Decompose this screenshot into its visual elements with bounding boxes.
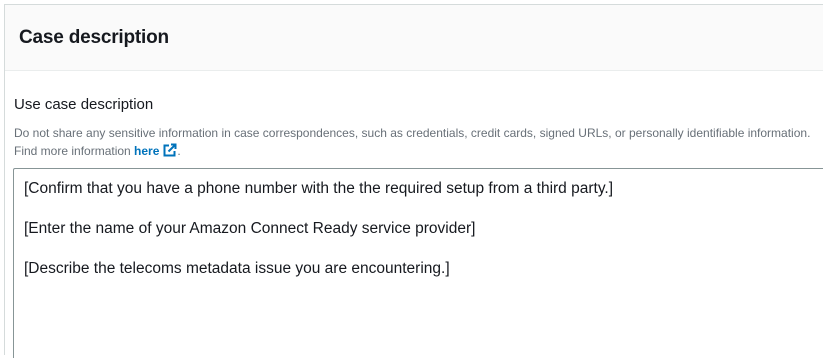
hint-suffix: . xyxy=(177,144,181,158)
textarea-line[interactable]: [Confirm that you have a phone number wi… xyxy=(24,179,823,199)
textarea-blank-line[interactable] xyxy=(24,199,823,219)
textarea-line[interactable]: [Enter the name of your Amazon Connect R… xyxy=(24,219,823,239)
use-case-description-textarea[interactable]: [Confirm that you have a phone number wi… xyxy=(13,168,823,358)
more-information-link[interactable]: here xyxy=(134,143,177,158)
use-case-description-label: Use case description xyxy=(14,96,154,113)
link-text[interactable]: here xyxy=(134,144,159,158)
external-link-icon[interactable] xyxy=(162,143,177,163)
use-case-description-hint: Do not share any sensitive information i… xyxy=(14,124,819,163)
textarea-blank-line[interactable] xyxy=(24,239,823,259)
textarea-line[interactable]: [Describe the telecoms metadata issue yo… xyxy=(24,259,823,279)
panel-title: Case description xyxy=(19,26,169,48)
panel-header: Case description xyxy=(5,5,823,71)
